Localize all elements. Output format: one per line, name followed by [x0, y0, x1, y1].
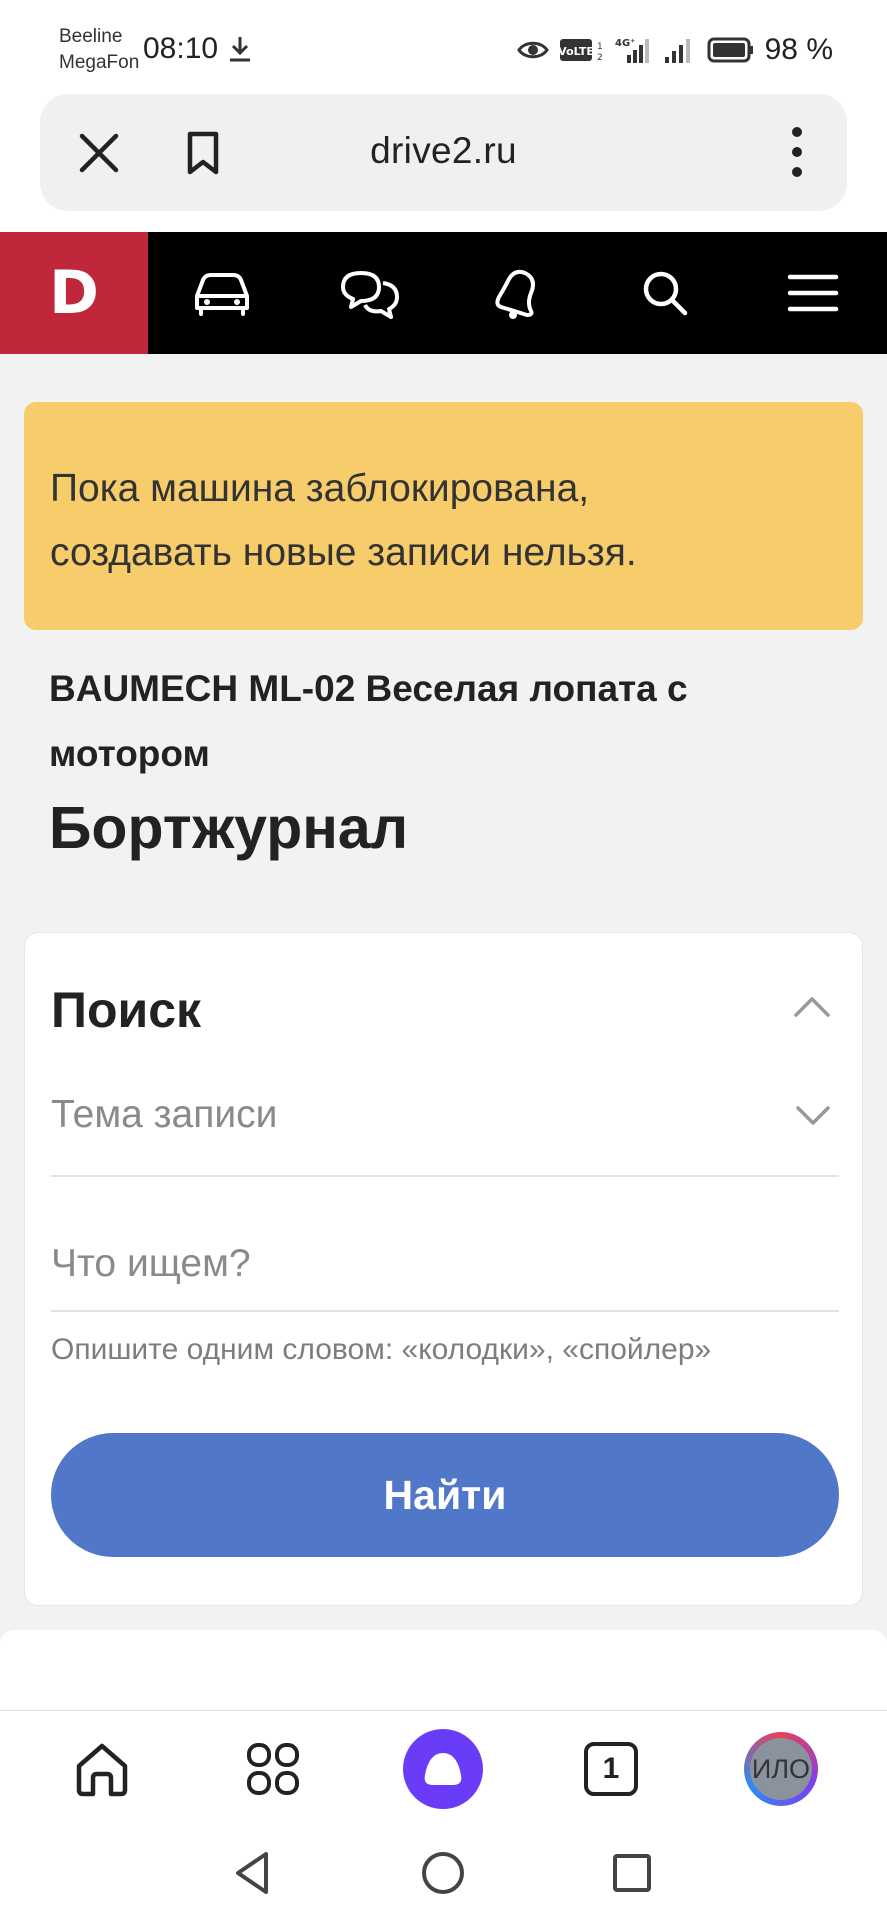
search-button[interactable]: [591, 232, 739, 354]
download-icon: [230, 37, 250, 62]
profile-button[interactable]: ИЛО: [741, 1729, 821, 1809]
find-button[interactable]: Найти: [51, 1433, 839, 1557]
home-icon: [76, 1743, 128, 1797]
car-icon: [194, 273, 249, 316]
clock: 08:10: [143, 32, 219, 65]
signal-icon: [664, 39, 690, 63]
messages-button[interactable]: [296, 232, 444, 354]
carrier-2: MegaFon: [59, 52, 140, 73]
search-input[interactable]: [51, 1177, 839, 1312]
browser-toolbar: drive2.ru: [0, 92, 887, 232]
battery-percent: 98 %: [764, 33, 833, 66]
logo-letter: D: [49, 258, 99, 328]
carrier-1: Beeline: [59, 26, 123, 47]
alice-button[interactable]: [403, 1729, 483, 1809]
menu-button[interactable]: [739, 232, 887, 354]
chevron-down-icon: [796, 1106, 830, 1125]
apps-button[interactable]: [233, 1729, 313, 1809]
page-title: Бортжурнал: [49, 795, 409, 861]
home-button[interactable]: [62, 1729, 142, 1809]
recents-icon[interactable]: [607, 1848, 657, 1898]
back-icon[interactable]: [228, 1848, 278, 1898]
page-content: Пока машина заблокирована, создавать нов…: [0, 354, 887, 1710]
chevron-up-icon[interactable]: [792, 991, 832, 1021]
alert-line-1: Пока машина заблокирована,: [50, 467, 590, 510]
avatar: ИЛО: [744, 1732, 818, 1806]
search-icon: [644, 271, 688, 316]
tabs-button[interactable]: 1: [571, 1729, 651, 1809]
svg-text:VoLTE: VoLTE: [559, 45, 594, 58]
status-bar: Beeline MegaFon 08:10 VoLTE 1 2 4G⁺ 98 %: [0, 0, 887, 92]
home-circle-icon[interactable]: [418, 1848, 468, 1898]
browser-bottom-bar: 1 ИЛО: [0, 1710, 887, 1826]
carrier-names: Beeline MegaFon: [59, 24, 139, 76]
site-header: D: [0, 232, 887, 354]
volte-icon: VoLTE 1 2: [559, 39, 603, 63]
chat-icon: [340, 271, 399, 319]
battery-icon: [707, 37, 753, 63]
more-vert-icon[interactable]: [777, 124, 817, 180]
search-title: Поиск: [51, 982, 202, 1038]
garage-button[interactable]: [148, 232, 296, 354]
url-text[interactable]: drive2.ru: [40, 130, 847, 172]
site-logo[interactable]: D: [0, 232, 148, 354]
signal-4g-icon: 4G⁺: [615, 38, 649, 63]
menu-icon: [787, 274, 839, 312]
eye-icon: [516, 41, 549, 59]
svg-text:2: 2: [597, 53, 603, 63]
topic-select[interactable]: Тема записи: [51, 1083, 839, 1177]
system-navigation: [0, 1826, 887, 1920]
search-hint: Опишите одним словом: «колодки», «спойле…: [51, 1333, 712, 1366]
blocked-alert: Пока машина заблокирована, создавать нов…: [24, 402, 863, 630]
topic-placeholder: Тема записи: [51, 1093, 278, 1136]
breadcrumb-car-link[interactable]: BAUMECH ML-02 Веселая лопата с мотором: [49, 656, 849, 786]
notifications-button[interactable]: [444, 232, 592, 354]
bell-icon: [495, 269, 536, 319]
alert-line-2: создавать новые записи нельзя.: [50, 531, 637, 574]
search-card: Поиск Тема записи Опишите одним словом: …: [24, 932, 863, 1606]
svg-text:4G⁺: 4G⁺: [615, 38, 635, 49]
status-icons: VoLTE 1 2 4G⁺ 98 %: [516, 32, 833, 68]
alice-icon: [403, 1729, 483, 1809]
apps-grid-icon: [247, 1743, 299, 1795]
next-section-card: [0, 1630, 887, 1710]
tabs-count: 1: [584, 1742, 638, 1796]
avatar-text: ИЛО: [750, 1738, 812, 1800]
svg-text:1: 1: [597, 42, 603, 52]
address-bar[interactable]: drive2.ru: [40, 94, 847, 211]
